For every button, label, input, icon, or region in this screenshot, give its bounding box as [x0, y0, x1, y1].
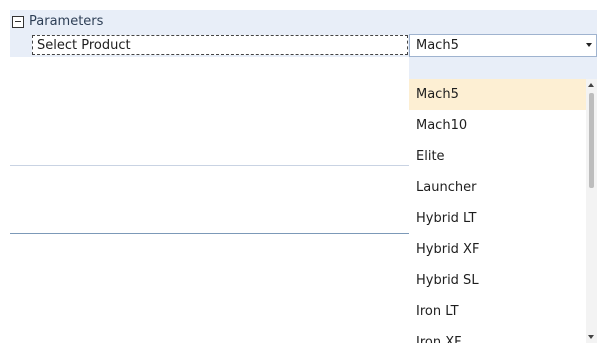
- property-description-area: [10, 57, 409, 165]
- dropdown-item-hybrid-sl[interactable]: Hybrid SL: [409, 265, 586, 296]
- divider: [10, 233, 409, 234]
- dropdown-item-mach10[interactable]: Mach10: [409, 110, 586, 141]
- category-label: Parameters: [29, 14, 104, 29]
- product-select[interactable]: Mach5: [409, 34, 597, 57]
- property-name[interactable]: Select Product: [32, 35, 408, 55]
- category-row-parameters[interactable]: Parameters: [10, 10, 597, 33]
- dropdown-item-elite[interactable]: Elite: [409, 141, 586, 172]
- property-row-select-product[interactable]: Select Product Mach5: [10, 34, 597, 57]
- scrollbar-thumb[interactable]: [589, 93, 594, 188]
- dropdown-item-hybrid-lt[interactable]: Hybrid LT: [409, 203, 586, 234]
- dropdown-item-launcher[interactable]: Launcher: [409, 172, 586, 203]
- dropdown-scrollbar[interactable]: [586, 79, 597, 343]
- product-select-value: Mach5: [416, 38, 459, 53]
- product-dropdown-list[interactable]: Mach5 Mach10 Elite Launcher Hybrid LT Hy…: [409, 79, 597, 343]
- scroll-down-arrow-icon[interactable]: [588, 335, 594, 339]
- dropdown-item-iron-xf[interactable]: Iron XF: [409, 327, 586, 343]
- collapse-toggle-icon[interactable]: [12, 15, 24, 28]
- dropdown-item-iron-lt[interactable]: Iron LT: [409, 296, 586, 327]
- chevron-down-icon[interactable]: [586, 43, 592, 47]
- dropdown-item-mach5[interactable]: Mach5: [409, 79, 586, 110]
- dropdown-item-hybrid-xf[interactable]: Hybrid XF: [409, 234, 586, 265]
- scroll-up-arrow-icon[interactable]: [588, 83, 594, 87]
